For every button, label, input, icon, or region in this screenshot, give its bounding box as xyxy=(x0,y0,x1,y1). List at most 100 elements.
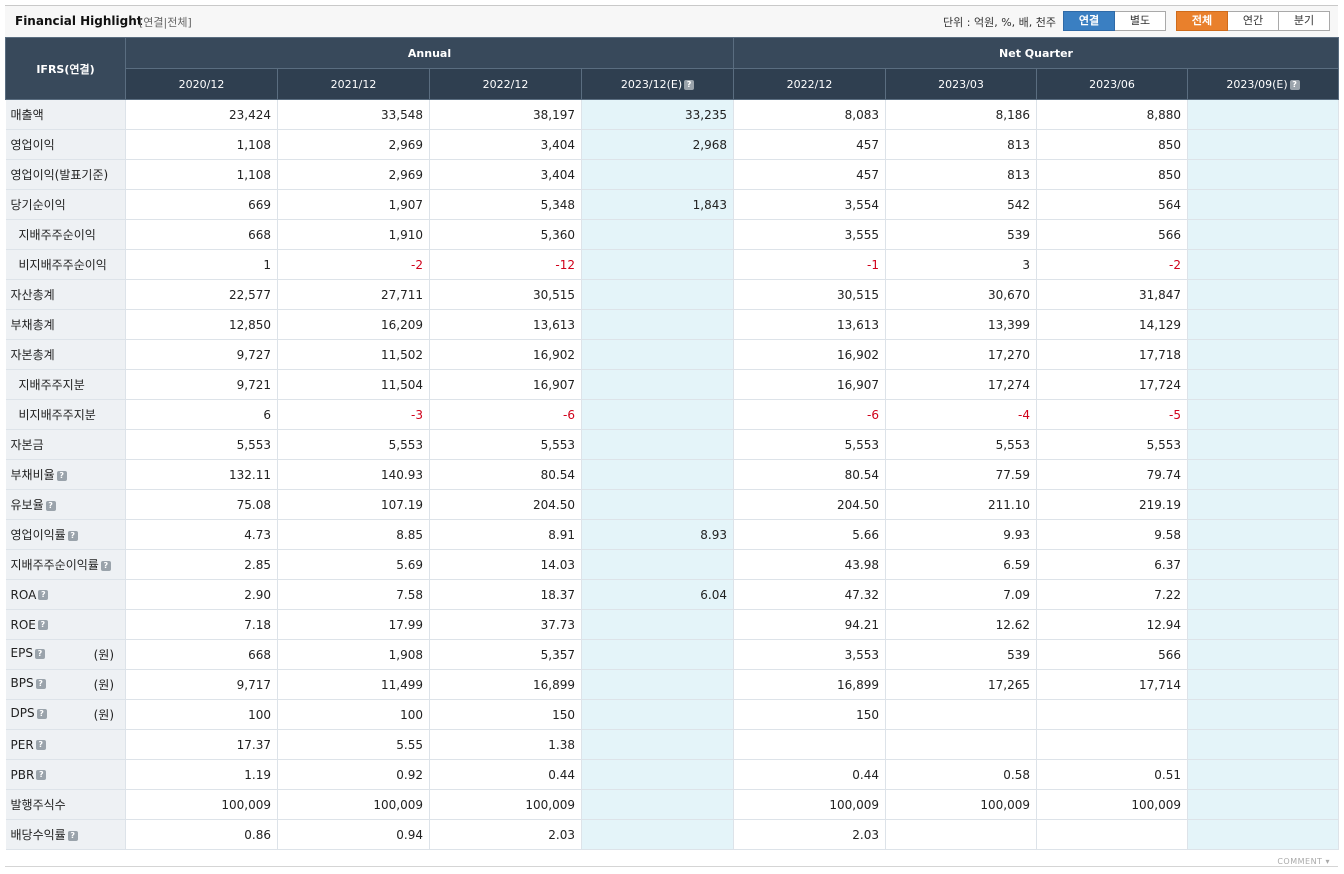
table-cell: 16,902 xyxy=(429,339,582,370)
financial-highlight-panel: Financial Highlight [연결|전체] 단위 : 억원, %, … xyxy=(5,5,1340,866)
table-cell: 219.19 xyxy=(1036,489,1189,520)
table-row: 자산총계 22,577 27,711 30,515 30,515 30,670 31,847 xyxy=(5,279,1340,310)
table-cell: 668 xyxy=(125,219,278,250)
table-cell: 9,727 xyxy=(125,339,278,370)
table-cell: 33,235 xyxy=(581,99,735,130)
help-icon[interactable]: ? xyxy=(35,678,46,689)
help-icon[interactable]: ? xyxy=(100,560,111,571)
table-cell xyxy=(1187,309,1340,340)
comment-toggle[interactable]: COMMENT ▾ xyxy=(1277,857,1330,866)
table-cell: 17,724 xyxy=(1036,369,1189,400)
table-cell: 1 xyxy=(125,249,278,280)
table-cell: 80.54 xyxy=(733,459,887,490)
table-cell: 22,577 xyxy=(125,279,278,310)
row-label: EPS? (원) xyxy=(5,639,126,670)
table-cell: 6.04 xyxy=(581,579,735,610)
table-cell xyxy=(1187,759,1340,790)
table-cell: 150 xyxy=(733,699,887,730)
row-label: 부채비율? xyxy=(5,459,126,490)
table-row: 배당수익률? 0.86 0.94 2.03 2.03 xyxy=(5,819,1340,850)
table-cell: 12.94 xyxy=(1036,609,1189,640)
table-cell: -3 xyxy=(277,399,430,430)
financial-table: IFRS(연결) Annual Net Quarter 2020/12 2021/… xyxy=(5,37,1340,850)
table-cell: 9.58 xyxy=(1036,519,1189,550)
table-cell: 17,265 xyxy=(885,669,1038,700)
table-cell: 100,009 xyxy=(125,789,278,820)
consolidated-button[interactable]: 연결 xyxy=(1063,11,1115,31)
table-cell: 9,721 xyxy=(125,369,278,400)
help-icon[interactable]: ? xyxy=(56,470,67,481)
table-row: ROA? 2.90 7.58 18.37 6.04 47.32 7.09 7.22 xyxy=(5,579,1340,610)
table-cell: 1,908 xyxy=(277,639,430,670)
table-cell: 100,009 xyxy=(429,789,582,820)
annual-button[interactable]: 연간 xyxy=(1228,11,1279,31)
table-cell: 8,083 xyxy=(733,99,887,130)
table-cell xyxy=(1187,279,1340,310)
table-row: 매출액 23,424 33,548 38,197 33,235 8,083 8,186 8,8… xyxy=(5,99,1340,130)
help-icon[interactable]: ? xyxy=(34,648,45,659)
table-cell xyxy=(581,669,735,700)
help-icon[interactable]: ? xyxy=(36,708,47,719)
column-header: 2023/09(E)? xyxy=(1187,68,1340,100)
table-cell: 5,553 xyxy=(733,429,887,460)
table-cell: 7.09 xyxy=(885,579,1038,610)
annual-group-header: Annual xyxy=(124,37,735,69)
help-icon[interactable]: ? xyxy=(684,79,695,90)
row-unit: (원) xyxy=(93,678,114,692)
table-cell: 12.62 xyxy=(885,609,1038,640)
column-header: 2021/12 xyxy=(277,68,430,100)
table-cell: 27,711 xyxy=(277,279,430,310)
separate-button[interactable]: 별도 xyxy=(1115,11,1166,31)
help-icon[interactable]: ? xyxy=(35,740,46,750)
table-cell xyxy=(1187,699,1340,730)
quarter-button[interactable]: 분기 xyxy=(1279,11,1330,31)
row-label: 영업이익 xyxy=(5,129,126,160)
table-cell: 16,902 xyxy=(733,339,887,370)
help-icon[interactable]: ? xyxy=(67,830,78,841)
table-cell xyxy=(1187,729,1340,760)
table-cell xyxy=(1187,609,1340,640)
table-cell: 5,553 xyxy=(1036,429,1189,460)
row-label: 영업이익(발표기준) xyxy=(5,159,126,190)
table-cell: 542 xyxy=(885,189,1038,220)
table-cell: 17,714 xyxy=(1036,669,1189,700)
panel-subtitle: [연결|전체] xyxy=(139,16,192,29)
help-icon[interactable]: ? xyxy=(1289,79,1300,90)
row-label: BPS? (원) xyxy=(5,669,126,700)
table-row: 영업이익률? 4.73 8.85 8.91 8.93 5.66 9.93 9.58 xyxy=(5,519,1340,550)
table-cell: 668 xyxy=(125,639,278,670)
table-cell: 80.54 xyxy=(429,459,582,490)
table-cell: 457 xyxy=(733,129,887,160)
all-period-button[interactable]: 전체 xyxy=(1176,11,1228,31)
table-cell: 5,357 xyxy=(429,639,582,670)
table-cell: 11,499 xyxy=(277,669,430,700)
table-cell: 43.98 xyxy=(733,549,887,580)
table-cell: -2 xyxy=(277,249,430,280)
table-cell: 12,850 xyxy=(125,309,278,340)
table-row: DPS? (원) 100 100 150 150 xyxy=(5,699,1340,730)
table-cell xyxy=(1187,489,1340,520)
help-icon[interactable]: ? xyxy=(37,620,48,630)
table-cell: 100,009 xyxy=(277,789,430,820)
table-cell: 850 xyxy=(1036,159,1189,190)
help-icon[interactable]: ? xyxy=(45,500,56,511)
row-label: 매출액 xyxy=(5,99,126,130)
table-cell: 1.19 xyxy=(125,759,278,790)
table-cell: 17.37 xyxy=(125,729,278,760)
column-header: 2023/12(E)? xyxy=(580,68,735,100)
table-cell: 850 xyxy=(1036,129,1189,160)
table-cell: 0.94 xyxy=(277,819,430,850)
help-icon[interactable]: ? xyxy=(38,590,49,600)
table-cell: 30,515 xyxy=(733,279,887,310)
help-icon[interactable]: ? xyxy=(67,530,78,541)
table-cell xyxy=(581,219,735,250)
table-cell xyxy=(1187,99,1340,130)
table-cell xyxy=(1036,729,1189,760)
table-cell: 2,969 xyxy=(277,129,430,160)
table-cell xyxy=(1036,699,1189,730)
table-cell: 100 xyxy=(125,699,278,730)
table-row: 영업이익 1,108 2,969 3,404 2,968 457 813 850 xyxy=(5,129,1340,160)
table-cell: 4.73 xyxy=(125,519,278,550)
table-row: 당기순이익 669 1,907 5,348 1,843 3,554 542 564 xyxy=(5,189,1340,220)
help-icon[interactable]: ? xyxy=(36,770,47,780)
